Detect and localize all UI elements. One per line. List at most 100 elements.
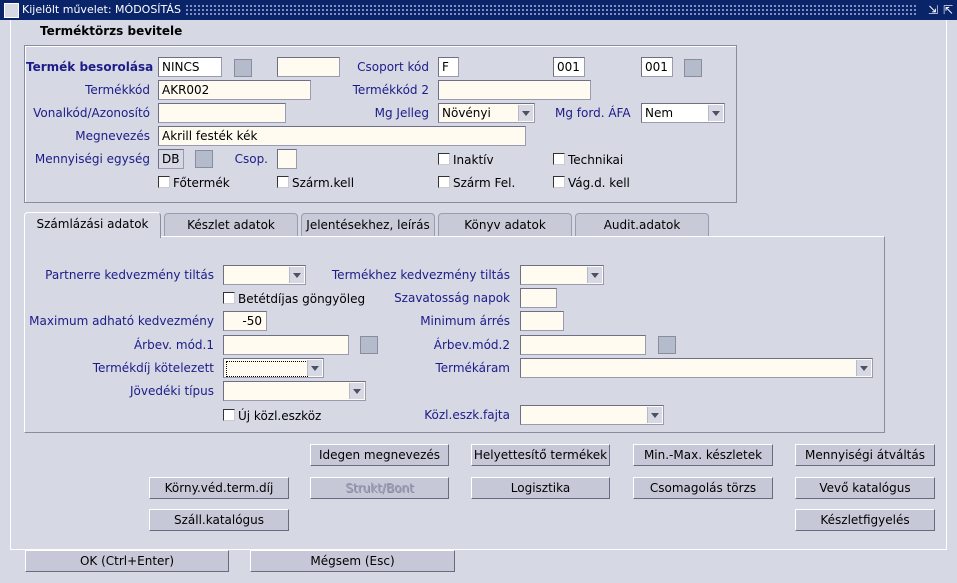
tab-audit-adatok[interactable]: Audit.adatok bbox=[575, 213, 709, 237]
checkbox-box[interactable] bbox=[438, 153, 450, 165]
arbev2-lookup-button[interactable] bbox=[658, 336, 676, 354]
maximize-icon[interactable]: ⇱ bbox=[941, 3, 955, 17]
chevron-down-icon[interactable] bbox=[856, 360, 871, 376]
chevron-down-icon[interactable] bbox=[518, 105, 533, 121]
termekkod2-field[interactable] bbox=[438, 80, 591, 100]
termekhez-label: Termékhez kedvezmény tiltás bbox=[331, 268, 510, 282]
ujkozl-label: Új közl.eszköz bbox=[238, 409, 322, 423]
besorolas-desc-field[interactable] bbox=[277, 57, 340, 77]
mgjelleg-select[interactable]: Növényi bbox=[438, 103, 535, 123]
tab-jelentesekhez[interactable]: Jelentésekhez, leírás bbox=[301, 213, 435, 237]
chevron-down-icon[interactable] bbox=[289, 267, 304, 283]
tab-konyv-adatok[interactable]: Könyv adatok bbox=[438, 213, 572, 237]
menny-lookup-button[interactable] bbox=[195, 150, 213, 168]
checkbox-box[interactable] bbox=[438, 176, 450, 188]
szall-katalogus-button[interactable]: Száll.katalógus bbox=[149, 509, 289, 531]
chevron-down-icon[interactable] bbox=[587, 267, 602, 283]
inaktiv-label: Inaktív bbox=[453, 153, 494, 167]
keszletfigyeles-button[interactable]: Készletfigyelés bbox=[795, 509, 935, 531]
arbev2-label: Árbev.mód.2 bbox=[433, 338, 510, 352]
termekkod-field[interactable]: AKR002 bbox=[158, 80, 311, 100]
kozleszk-select[interactable] bbox=[520, 405, 664, 425]
termekkod-label: Termékkód bbox=[85, 83, 150, 97]
csomagolas-torzs-button[interactable]: Csomagolás törzs bbox=[633, 477, 773, 499]
maxkedv-label: Maximum adható kedvezmény bbox=[29, 314, 214, 328]
chevron-down-icon[interactable] bbox=[349, 383, 364, 399]
technikai-checkbox[interactable]: Technikai bbox=[553, 153, 623, 167]
kozleszk-label: Közl.eszk.fajta bbox=[424, 408, 510, 422]
szarm-kell-checkbox[interactable]: Szárm.kell bbox=[277, 176, 354, 190]
checkbox-box[interactable] bbox=[223, 292, 235, 304]
partner-select[interactable] bbox=[223, 265, 306, 285]
mgford-select[interactable]: Nem bbox=[641, 103, 725, 123]
csoport-field-2[interactable]: 001 bbox=[553, 57, 585, 77]
termekhez-select[interactable] bbox=[520, 265, 604, 285]
ok-button[interactable]: OK (Ctrl+Enter) bbox=[25, 550, 229, 572]
ujkozl-checkbox[interactable]: Új közl.eszköz bbox=[223, 409, 321, 423]
strukt-bont-button[interactable]: Strukt/Bont bbox=[310, 477, 449, 499]
kornyved-termdij-button[interactable]: Körny.véd.term.díj bbox=[149, 477, 289, 499]
arbev2-field[interactable] bbox=[520, 335, 646, 355]
vagd-kell-label: Vág.d. kell bbox=[568, 176, 630, 190]
menny-label: Mennyiségi egység bbox=[34, 152, 150, 166]
tab-szamlazasi-adatok[interactable]: Számlázási adatok bbox=[24, 212, 161, 238]
vevo-katalogus-button[interactable]: Vevő katalógus bbox=[795, 477, 935, 499]
chevron-down-icon[interactable] bbox=[647, 407, 662, 423]
jovedeki-select[interactable] bbox=[223, 381, 366, 401]
title-bar-pattern bbox=[185, 4, 917, 16]
checkbox-box[interactable] bbox=[277, 176, 289, 188]
helyettesito-termekek-button[interactable]: Helyettesítő termékek bbox=[471, 444, 610, 466]
maxkedv-field[interactable]: -50 bbox=[223, 311, 267, 331]
termekaram-select[interactable] bbox=[520, 358, 873, 378]
checkbox-box[interactable] bbox=[553, 176, 565, 188]
termekkod2-label: Termékkód 2 bbox=[352, 83, 429, 97]
tab-keszlet-adatok[interactable]: Készlet adatok bbox=[164, 213, 298, 237]
termekdij-select[interactable] bbox=[223, 358, 324, 378]
jovedeki-label: Jövedéki típus bbox=[130, 384, 214, 398]
szarm-fel-label: Szárm Fel. bbox=[453, 176, 516, 190]
megnevezes-label: Megnevezés bbox=[75, 129, 150, 143]
tab-panel bbox=[24, 236, 885, 433]
title-bar: Kijelölt művelet: MÓDOSÍTÁS ⇲ ⇱ bbox=[0, 0, 957, 20]
minarres-field[interactable] bbox=[520, 311, 564, 331]
checkbox-box[interactable] bbox=[553, 153, 565, 165]
csop-field[interactable] bbox=[277, 149, 297, 169]
checkbox-box[interactable] bbox=[158, 176, 170, 188]
szavatossag-field[interactable] bbox=[520, 288, 557, 308]
cancel-button[interactable]: Mégsem (Esc) bbox=[250, 550, 455, 572]
logisztika-button[interactable]: Logisztika bbox=[471, 477, 610, 499]
besorolas-lookup-button[interactable] bbox=[234, 59, 252, 77]
termekdij-label: Termékdíj kötelezett bbox=[92, 361, 214, 375]
vagd-kell-checkbox[interactable]: Vág.d. kell bbox=[553, 176, 630, 190]
csoport-lookup-button[interactable] bbox=[684, 59, 702, 77]
szarm-kell-label: Szárm.kell bbox=[292, 176, 355, 190]
idegen-megnevezes-button[interactable]: Idegen megnevezés bbox=[310, 444, 449, 466]
focus-ring bbox=[226, 361, 308, 377]
mgjelleg-label: Mg Jelleg bbox=[374, 106, 429, 120]
minarres-label: Minimum árrés bbox=[420, 314, 510, 328]
termekaram-label: Termékáram bbox=[435, 361, 510, 375]
szarm-fel-checkbox[interactable]: Szárm Fel. bbox=[438, 176, 515, 190]
page-title: Terméktörzs bevitele bbox=[40, 24, 183, 38]
inaktiv-checkbox[interactable]: Inaktív bbox=[438, 153, 494, 167]
fotermek-checkbox[interactable]: Főtermék bbox=[158, 176, 230, 190]
window-title: Kijelölt művelet: MÓDOSÍTÁS bbox=[22, 3, 185, 16]
menny-field[interactable]: DB bbox=[158, 149, 184, 169]
csoport-field-1[interactable]: F bbox=[438, 57, 459, 77]
chevron-down-icon[interactable] bbox=[708, 105, 723, 121]
csoport-label: Csoport kód bbox=[357, 60, 429, 74]
window-icon bbox=[4, 3, 19, 18]
technikai-label: Technikai bbox=[568, 153, 624, 167]
besorolas-label: Termék besorolása bbox=[26, 60, 154, 74]
megnevezes-field[interactable]: Akrill festék kék bbox=[158, 126, 526, 146]
checkbox-box[interactable] bbox=[223, 409, 235, 421]
vonalkod-field[interactable] bbox=[158, 103, 286, 123]
mgford-label: Mg ford. ÁFA bbox=[555, 106, 631, 120]
csop-label: Csop. bbox=[234, 152, 268, 166]
csoport-field-3[interactable]: 001 bbox=[641, 57, 673, 77]
fotermek-label: Főtermék bbox=[173, 176, 230, 190]
mennyisegi-atvaltas-button[interactable]: Mennyiségi átváltás bbox=[795, 444, 935, 466]
besorolas-field[interactable]: NINCS bbox=[158, 57, 222, 77]
minimize-icon[interactable]: ⇲ bbox=[926, 3, 940, 17]
min-max-keszletek-button[interactable]: Min.-Max. készletek bbox=[633, 444, 773, 466]
